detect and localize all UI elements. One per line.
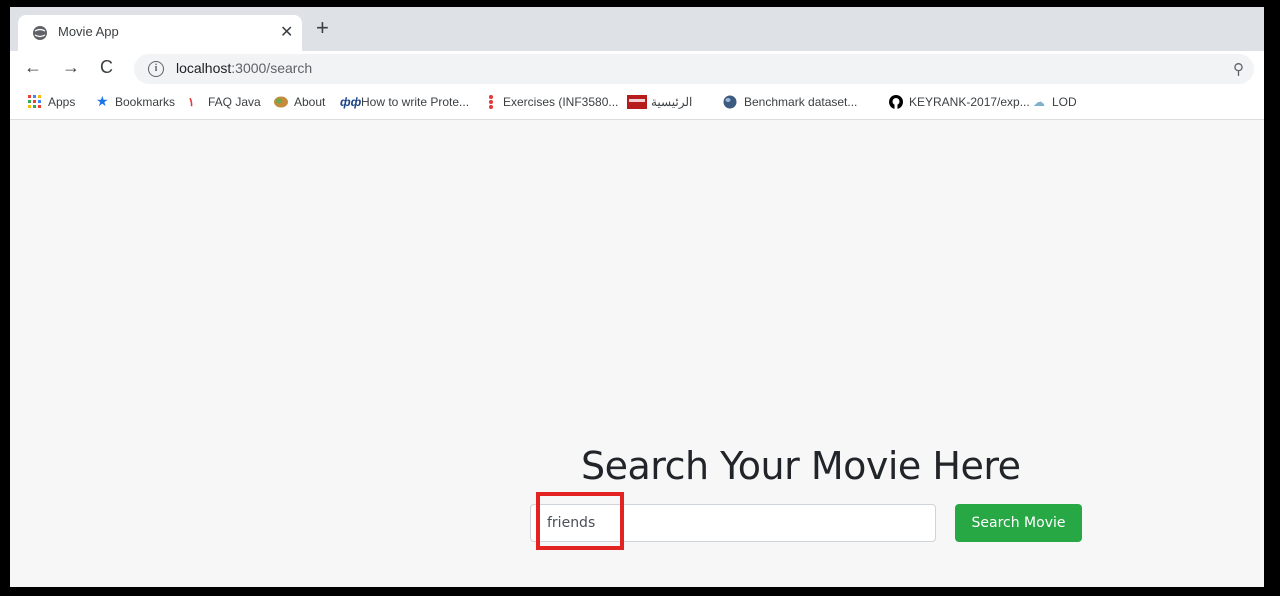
info-icon[interactable]: i: [148, 61, 164, 77]
protege-icon: фф: [340, 95, 362, 109]
bookmark-keyrank[interactable]: KEYRANK-2017/exp...: [909, 95, 1030, 109]
tab-movie-app[interactable]: Movie App ✕: [18, 15, 302, 51]
lod-icon: ☁: [1033, 95, 1045, 109]
exercises-icon: [489, 95, 493, 109]
brain-icon: [274, 96, 288, 108]
bookmark-exercises[interactable]: Exercises (INF3580...: [503, 95, 618, 109]
arabic-site-icon: [627, 95, 647, 109]
bookmarks-bar: Apps ★ Bookmarks ١ FAQ Java About фф How…: [10, 87, 1264, 120]
reload-icon[interactable]: C: [100, 57, 113, 78]
bookmark-lod[interactable]: LOD: [1052, 95, 1077, 109]
bookmark-about[interactable]: About: [294, 95, 325, 109]
url-text: localhost:3000/search: [176, 60, 313, 76]
tab-strip: Movie App ✕ +: [10, 7, 1264, 51]
bookmark-arabic[interactable]: الرئيسية: [651, 95, 692, 109]
globe-icon: [723, 95, 737, 109]
browser-window: Movie App ✕ + ← → C i localhost:3000/sea…: [10, 7, 1264, 587]
browser-toolbar: ← → C i localhost:3000/search ⚲: [10, 51, 1264, 87]
new-tab-button[interactable]: +: [316, 17, 329, 39]
bookmark-bookmarks[interactable]: Bookmarks: [115, 95, 175, 109]
star-icon: ★: [96, 93, 109, 109]
forward-arrow-icon[interactable]: →: [62, 57, 80, 78]
close-tab-icon[interactable]: ✕: [280, 22, 293, 42]
apps-grid-icon: [28, 95, 41, 108]
bookmark-faq-java[interactable]: FAQ Java: [208, 95, 261, 109]
globe-icon: [33, 26, 47, 40]
tab-title: Movie App: [58, 24, 119, 39]
search-input[interactable]: [530, 504, 936, 542]
bookmark-apps[interactable]: Apps: [48, 95, 75, 109]
search-movie-button[interactable]: Search Movie: [955, 504, 1082, 542]
address-bar[interactable]: i localhost:3000/search ⚲: [134, 54, 1254, 84]
bookmark-protege[interactable]: How to write Prote...: [361, 95, 469, 109]
page-title: Search Your Movie Here: [581, 444, 1021, 488]
bookmark-benchmark[interactable]: Benchmark dataset...: [744, 95, 857, 109]
github-icon: [889, 95, 903, 109]
java-icon: ١: [188, 95, 195, 109]
back-arrow-icon[interactable]: ←: [24, 57, 42, 78]
zoom-icon[interactable]: ⚲: [1233, 60, 1244, 78]
